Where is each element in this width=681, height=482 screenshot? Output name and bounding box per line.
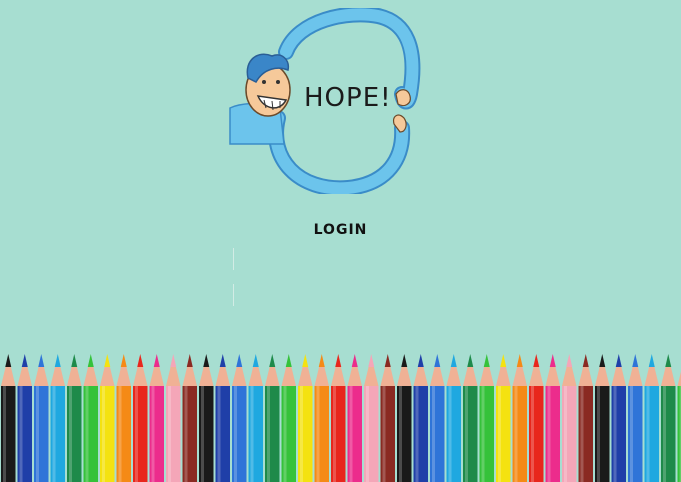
pencil (562, 354, 577, 482)
pencil (413, 354, 428, 482)
hope-logo: HOPE! (228, 8, 424, 194)
pencil (661, 354, 676, 482)
pencil (364, 354, 379, 482)
pencil (529, 354, 544, 482)
pencil (199, 354, 214, 482)
pencil (479, 354, 494, 482)
username-field[interactable] (233, 248, 461, 270)
pencil (496, 354, 511, 482)
pencil-row (1, 354, 681, 482)
pencil (281, 354, 296, 482)
pencil (215, 354, 230, 482)
pencil (182, 354, 197, 482)
pencil (446, 354, 461, 482)
pencil (116, 354, 131, 482)
pencil (397, 354, 412, 482)
pencil (314, 354, 329, 482)
pencil (166, 354, 181, 482)
pencil (232, 354, 247, 482)
logo-text: HOPE! (304, 83, 392, 113)
pencil (298, 354, 313, 482)
pencil (50, 354, 65, 482)
password-field[interactable] (233, 284, 461, 306)
pencil (265, 354, 280, 482)
pencil (512, 354, 527, 482)
pencil (149, 354, 164, 482)
pencil (595, 354, 610, 482)
pencil (17, 354, 32, 482)
pencil (83, 354, 98, 482)
pencil (380, 354, 395, 482)
pencil (628, 354, 643, 482)
pencil (1, 354, 16, 482)
pencil (578, 354, 593, 482)
pencil (430, 354, 445, 482)
pencil (133, 354, 148, 482)
pencil (545, 354, 560, 482)
pencil (644, 354, 659, 482)
pencil (100, 354, 115, 482)
colored-pencils-border (0, 350, 681, 482)
pencil (677, 371, 681, 482)
pencil (611, 354, 626, 482)
pencil (34, 354, 49, 482)
pencil (463, 354, 478, 482)
hope-hug-character-icon: HOPE! (229, 8, 421, 194)
pencil (331, 354, 346, 482)
pencil (248, 354, 263, 482)
pencil (67, 354, 82, 482)
pencil (347, 354, 362, 482)
login-title: LOGIN (313, 222, 368, 238)
